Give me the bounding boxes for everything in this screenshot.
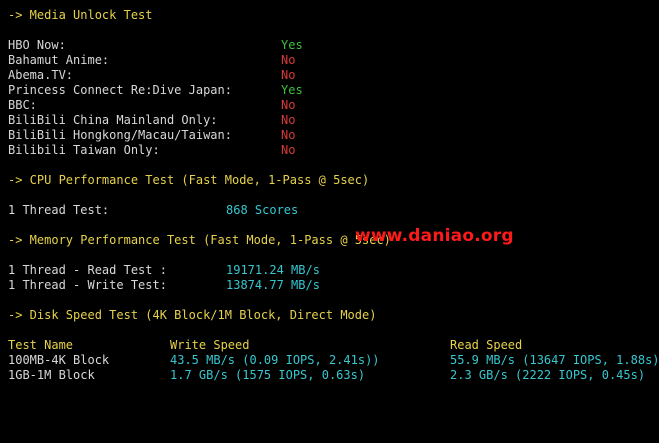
- cpu-result-value: 868 Scores: [226, 203, 299, 217]
- disk-col-read-speed: Read Speed: [450, 338, 523, 352]
- disk-col-test-name: Test Name: [8, 338, 74, 352]
- media-row-value: No: [281, 143, 296, 157]
- memory-result-label: 1 Thread - Write Test:: [8, 278, 167, 292]
- disk-table-row: 1GB-1M Block 1.7 GB/s (1575 IOPS, 0.63s)…: [8, 368, 645, 383]
- terminal-window[interactable]: -> Media Unlock Test HBO Now: Yes Bahamu…: [0, 0, 659, 400]
- media-row-label: BiliBili China Mainland Only:: [8, 113, 218, 127]
- media-row: BBC: No: [8, 98, 295, 113]
- disk-row-name: 1GB-1M Block: [8, 368, 95, 382]
- disk-table-header: Test Name Write Speed Read Speed: [8, 338, 522, 353]
- media-row: Bahamut Anime: No: [8, 53, 295, 68]
- media-row-label: BBC:: [8, 98, 37, 112]
- media-row: Bilibili Taiwan Only: No: [8, 143, 295, 158]
- media-row-value: No: [281, 68, 296, 82]
- media-row-label: Princess Connect Re:Dive Japan:: [8, 83, 232, 97]
- memory-result-value: 19171.24 MB/s: [226, 263, 320, 277]
- media-row: BiliBili Hongkong/Macau/Taiwan: No: [8, 128, 295, 143]
- disk-row-write: 1.7 GB/s (1575 IOPS, 0.63s): [170, 368, 366, 382]
- memory-result-row: 1 Thread - Read Test : 19171.24 MB/s: [8, 263, 320, 278]
- media-row: Princess Connect Re:Dive Japan: Yes: [8, 83, 303, 98]
- media-row-value: No: [281, 113, 296, 127]
- media-row-label: HBO Now:: [8, 38, 66, 52]
- cpu-result-label: 1 Thread Test:: [8, 203, 110, 217]
- media-row: HBO Now: Yes: [8, 38, 303, 53]
- cpu-result-row: 1 Thread Test: 868 Scores: [8, 203, 298, 218]
- memory-result-value: 13874.77 MB/s: [226, 278, 320, 292]
- disk-row-read: 2.3 GB/s (2222 IOPS, 0.45s): [450, 368, 646, 382]
- memory-result-label: 1 Thread - Read Test :: [8, 263, 167, 277]
- disk-table-row: 100MB-4K Block 43.5 MB/s (0.09 IOPS, 2.4…: [8, 353, 659, 368]
- media-row: BiliBili China Mainland Only: No: [8, 113, 295, 128]
- disk-col-write-speed: Write Speed: [170, 338, 250, 352]
- memory-result-row: 1 Thread - Write Test: 13874.77 MB/s: [8, 278, 320, 293]
- media-row-label: Bahamut Anime:: [8, 53, 110, 67]
- media-row-value: No: [281, 128, 296, 142]
- media-row-label: Abema.TV:: [8, 68, 74, 82]
- memory-test-header: -> Memory Performance Test (Fast Mode, 1…: [8, 233, 391, 247]
- media-row-label: BiliBili Hongkong/Macau/Taiwan:: [8, 128, 232, 142]
- media-row-value: No: [281, 98, 296, 112]
- cpu-test-header: -> CPU Performance Test (Fast Mode, 1-Pa…: [8, 173, 370, 187]
- media-row: Abema.TV: No: [8, 68, 295, 83]
- media-row-label: Bilibili Taiwan Only:: [8, 143, 160, 157]
- disk-row-write: 43.5 MB/s (0.09 IOPS, 2.41s)): [170, 353, 380, 367]
- disk-row-name: 100MB-4K Block: [8, 353, 110, 367]
- media-unlock-header: -> Media Unlock Test: [8, 8, 153, 22]
- media-row-value: No: [281, 53, 296, 67]
- media-row-value: Yes: [281, 38, 303, 52]
- watermark-text: www.daniao.org: [355, 226, 514, 246]
- media-row-value: Yes: [281, 83, 303, 97]
- disk-row-read: 55.9 MB/s (13647 IOPS, 1.88s): [450, 353, 659, 367]
- disk-test-header: -> Disk Speed Test (4K Block/1M Block, D…: [8, 308, 377, 322]
